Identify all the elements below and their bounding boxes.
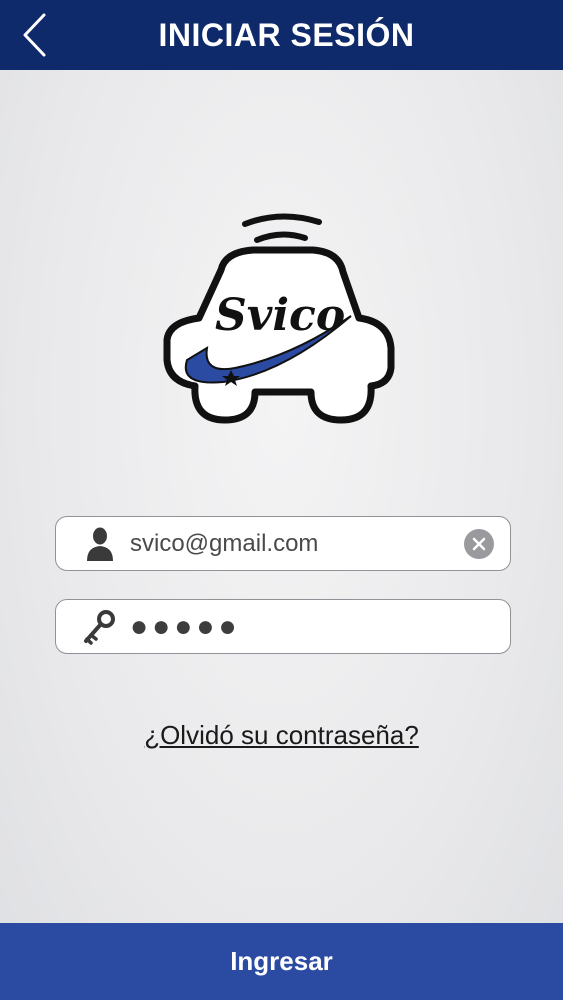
password-input[interactable]: ●●●●● xyxy=(122,600,510,653)
email-field[interactable] xyxy=(55,516,511,571)
clear-button[interactable] xyxy=(464,528,494,559)
page-title: INICIAR SESIÓN xyxy=(158,16,415,53)
key-icon xyxy=(78,605,122,649)
chevron-left-icon xyxy=(23,13,46,57)
svico-logo: Svico xyxy=(163,210,395,426)
clear-icon xyxy=(472,537,486,550)
header-bar: INICIAR SESIÓN xyxy=(0,0,563,70)
login-button-label: Ingresar xyxy=(230,946,333,976)
back-button[interactable] xyxy=(14,12,54,58)
password-field[interactable]: ●●●●● xyxy=(55,599,511,654)
forgot-password-link-row: ¿Olvidó su contraseña? xyxy=(0,720,563,751)
logo-brand-text: Svico xyxy=(215,290,345,341)
forgot-password-link[interactable]: ¿Olvidó su contraseña? xyxy=(144,720,419,750)
login-button[interactable]: Ingresar xyxy=(0,923,563,1000)
email-input[interactable] xyxy=(122,517,464,570)
user-icon xyxy=(78,522,122,566)
